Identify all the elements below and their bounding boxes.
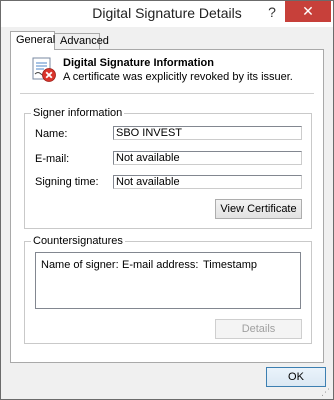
signature-info-title: Digital Signature Information <box>63 57 214 69</box>
column-header-name[interactable]: Name of signer: <box>41 259 119 271</box>
close-icon: ✕ <box>302 3 314 19</box>
signing-time-label: Signing time: <box>35 176 99 188</box>
countersignatures-legend: Countersignatures <box>31 235 125 247</box>
view-certificate-button[interactable]: View Certificate <box>215 199 302 219</box>
help-icon: ? <box>268 4 276 20</box>
resize-grip-icon[interactable]: ⋰ <box>321 387 330 398</box>
signer-information-group: Signer information Name: SBO INVEST E-ma… <box>24 107 312 229</box>
column-header-email[interactable]: E-mail address: <box>122 259 198 271</box>
title-bar[interactable]: Digital Signature Details ? ✕ <box>1 1 333 27</box>
signature-status-message: A certificate was explicitly revoked by … <box>63 71 293 83</box>
tab-advanced[interactable]: Advanced <box>54 33 109 49</box>
email-field[interactable]: Not available <box>113 151 302 165</box>
details-button[interactable]: Details <box>215 319 302 339</box>
close-button[interactable]: ✕ <box>285 1 331 22</box>
signing-time-field[interactable]: Not available <box>113 175 302 189</box>
column-header-timestamp[interactable]: Timestamp <box>203 259 257 271</box>
separator <box>20 93 314 94</box>
certificate-revoked-icon <box>32 57 56 82</box>
name-label: Name: <box>35 128 68 140</box>
countersignatures-group: Countersignatures Name of signer: E-mail… <box>24 235 312 344</box>
name-field[interactable]: SBO INVEST <box>113 126 302 140</box>
email-label: E-mail: <box>35 153 70 165</box>
signer-information-legend: Signer information <box>31 107 125 119</box>
countersignatures-list[interactable]: Name of signer: E-mail address: Timestam… <box>35 252 301 309</box>
help-button[interactable]: ? <box>259 1 285 23</box>
dialog-window: Digital Signature Details ? ✕ General Ad… <box>0 0 334 400</box>
tab-general[interactable]: General <box>10 31 55 50</box>
ok-button[interactable]: OK <box>266 367 326 387</box>
